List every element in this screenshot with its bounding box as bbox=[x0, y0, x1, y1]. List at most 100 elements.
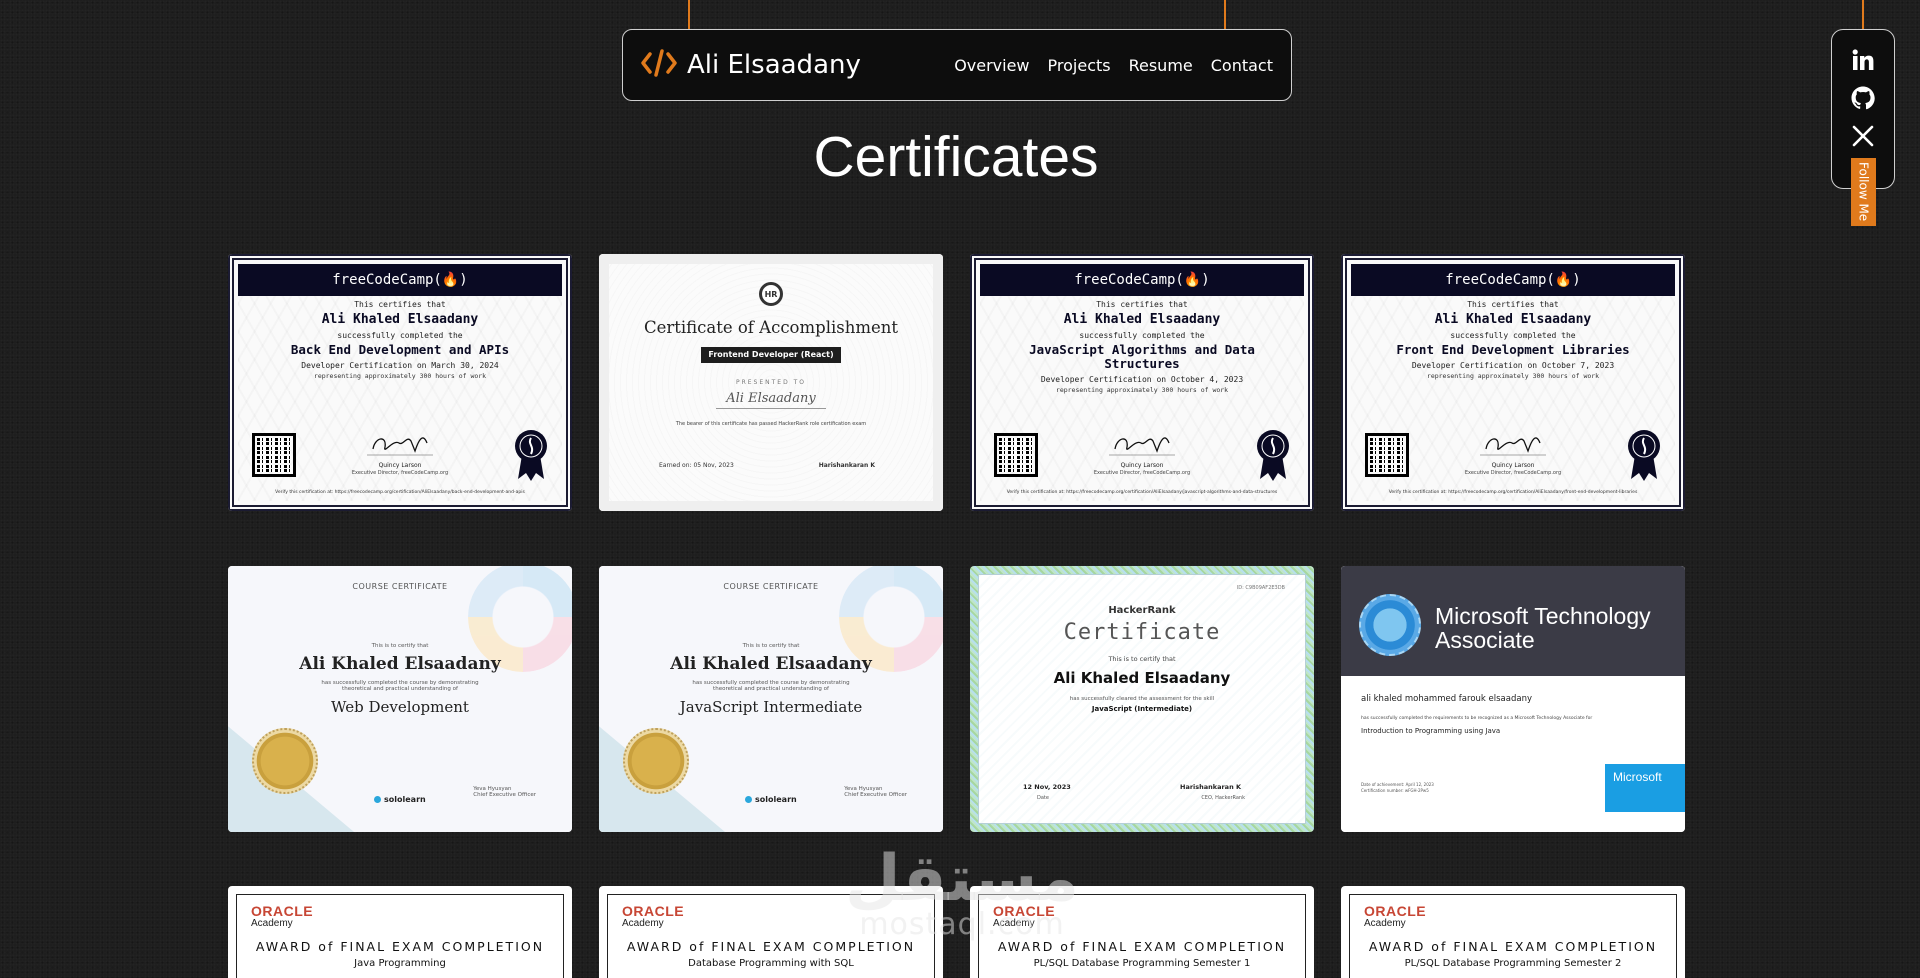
globe-badge-icon bbox=[1359, 594, 1421, 656]
cert-type: COURSE CERTIFICATE bbox=[723, 582, 819, 591]
nav-overview[interactable]: Overview bbox=[954, 56, 1029, 75]
cert-recipient: ali khaled mohammed farouk elsaadany bbox=[1361, 694, 1532, 704]
fcc-header: freeCodeCamp(🔥) bbox=[980, 264, 1304, 296]
signature bbox=[1480, 437, 1546, 456]
cert-recipient: Ali Khaled Elsaadany bbox=[1063, 312, 1221, 327]
nav-contact[interactable]: Contact bbox=[1211, 56, 1273, 75]
medal-icon bbox=[623, 728, 689, 794]
cert-date: 12 Nov, 2023 bbox=[1023, 783, 1071, 791]
fcc-header: freeCodeCamp(🔥) bbox=[238, 264, 562, 296]
linkedin-icon[interactable] bbox=[1851, 48, 1875, 72]
nav-resume[interactable]: Resume bbox=[1129, 56, 1193, 75]
oracle-academy: Academy bbox=[993, 918, 1035, 929]
signer-title: Chief Executive Officer bbox=[473, 792, 536, 798]
cert-intro: This is to certify that bbox=[742, 643, 800, 649]
cert-course: Back End Development and APIs bbox=[290, 342, 510, 357]
certificate-card[interactable]: ORACLE Academy AWARD of FINAL EXAM COMPL… bbox=[228, 886, 572, 978]
signer-name: Harishankaran K bbox=[1180, 783, 1241, 791]
navbar: Ali Elsaadany Overview Projects Resume C… bbox=[622, 29, 1292, 101]
cert-course: JavaScript Intermediate bbox=[679, 698, 863, 716]
fcc-header: freeCodeCamp(🔥) bbox=[1351, 264, 1675, 296]
cert-date: Developer Certification on October 4, 20… bbox=[1040, 375, 1244, 384]
cert-type: COURSE CERTIFICATE bbox=[352, 582, 448, 591]
cert-title: Certificate of Accomplishment bbox=[643, 318, 899, 337]
cert-recipient: Ali Khaled Elsaadany bbox=[1053, 669, 1231, 687]
oracle-logo: ORACLE bbox=[993, 903, 1056, 919]
cert-award: AWARD of FINAL EXAM COMPLETION bbox=[1368, 939, 1658, 954]
cert-recipient: Ali Elsaadany bbox=[716, 391, 826, 409]
brand-logo[interactable]: Ali Elsaadany bbox=[641, 48, 861, 82]
hackerrank-logo-icon: HR bbox=[759, 282, 783, 306]
certificate-card[interactable]: ORACLE Academy AWARD of FINAL EXAM COMPL… bbox=[1341, 886, 1685, 978]
cert-course: Front End Development Libraries bbox=[1396, 342, 1630, 357]
oracle-academy: Academy bbox=[251, 918, 293, 929]
code-icon bbox=[641, 48, 677, 82]
cert-date: Developer Certification on October 7, 20… bbox=[1411, 361, 1615, 370]
cert-title-line1: Microsoft Technology bbox=[1435, 603, 1651, 629]
oracle-academy: Academy bbox=[1364, 918, 1406, 929]
signer-block: Yeva Hyusyan Chief Executive Officer bbox=[844, 786, 907, 798]
oracle-logo: ORACLE bbox=[622, 903, 685, 919]
cert-title: Certificate bbox=[1063, 620, 1221, 645]
hackerrank-brand: HackerRank bbox=[1108, 605, 1176, 616]
nav-projects[interactable]: Projects bbox=[1048, 56, 1111, 75]
nav-links: Overview Projects Resume Contact bbox=[954, 56, 1273, 75]
decorative-thread bbox=[688, 0, 690, 29]
cert-hours: representing approximately 300 hours of … bbox=[1055, 386, 1229, 394]
certificate-card[interactable]: ORACLE Academy AWARD of FINAL EXAM COMPL… bbox=[970, 886, 1314, 978]
seal-icon bbox=[1628, 430, 1660, 481]
decorative-thread bbox=[1862, 0, 1864, 29]
certificate-card[interactable]: COURSE CERTIFICATE This is to certify th… bbox=[599, 566, 943, 832]
cert-description: The bearer of this certificate has passe… bbox=[675, 421, 867, 427]
cert-course: Java Programming bbox=[354, 958, 446, 969]
cert-date-label: Date bbox=[1037, 795, 1049, 801]
signer-title: Chief Executive Officer bbox=[844, 792, 907, 798]
cert-number: Certification number: wFGH-2Pw5 bbox=[1361, 788, 1429, 793]
cert-intro: This certifies that bbox=[354, 300, 446, 309]
cert-intro: This is to certify that bbox=[1108, 655, 1176, 663]
certificate-card[interactable]: freeCodeCamp(🔥) This certifies that Ali … bbox=[1341, 254, 1685, 511]
cert-skill: JavaScript (Intermediate) bbox=[1091, 705, 1193, 713]
cert-completed: successfully completed the bbox=[337, 331, 463, 340]
signer-title: CEO, HackerRank bbox=[1201, 795, 1245, 801]
certificate-card[interactable]: ID: C9B09AF2E3DB HackerRank Certificate … bbox=[970, 566, 1314, 832]
cert-intro: This certifies that bbox=[1096, 300, 1188, 309]
cert-award: AWARD of FINAL EXAM COMPLETION bbox=[626, 939, 916, 954]
cert-award: AWARD of FINAL EXAM COMPLETION bbox=[997, 939, 1287, 954]
cert-title-line2: Associate bbox=[1435, 627, 1535, 653]
certificate-card[interactable]: ORACLE Academy AWARD of FINAL EXAM COMPL… bbox=[599, 886, 943, 978]
cert-description: has successfully completed the course by… bbox=[321, 680, 479, 692]
signature bbox=[1109, 437, 1175, 456]
cert-hours: representing approximately 300 hours of … bbox=[313, 372, 487, 380]
cert-course: JavaScript Algorithms and Data Structure… bbox=[1029, 342, 1255, 371]
cert-completed: successfully completed the bbox=[1079, 331, 1205, 340]
certificate-card[interactable]: COURSE CERTIFICATE This is to certify th… bbox=[228, 566, 572, 832]
decorative-thread bbox=[1224, 0, 1226, 29]
cert-presented: PRESENTED TO bbox=[735, 379, 807, 386]
verify-link: Verify this certification at: https://fr… bbox=[1388, 490, 1638, 495]
cert-completed: successfully completed the bbox=[1450, 331, 1576, 340]
brand-name: Ali Elsaadany bbox=[687, 50, 861, 80]
verify-link: Verify this certification at: https://fr… bbox=[1006, 490, 1278, 495]
github-icon[interactable] bbox=[1851, 86, 1875, 110]
cert-recipient: Ali Khaled Elsaadany bbox=[299, 654, 501, 674]
cert-id: ID: C9B09AF2E3DB bbox=[1236, 585, 1285, 591]
cert-intro: This certifies that bbox=[1467, 300, 1559, 309]
cert-hours: representing approximately 300 hours of … bbox=[1426, 372, 1600, 380]
certificate-card[interactable]: HR Certificate of Accomplishment Fronten… bbox=[599, 254, 943, 511]
seal-icon bbox=[1257, 430, 1289, 481]
certificate-card[interactable]: Microsoft Technology Associate ali khaled… bbox=[1341, 566, 1685, 832]
cert-description: has successfully completed the course by… bbox=[692, 680, 850, 692]
signer-name: Harishankaran K bbox=[818, 462, 875, 469]
cert-meta: Date of achievement: April 12, 2023 Certi… bbox=[1361, 782, 1434, 794]
certificate-card[interactable]: freeCodeCamp(🔥) This certifies that Ali … bbox=[228, 254, 572, 511]
certificate-card[interactable]: freeCodeCamp(🔥) This certifies that Ali … bbox=[970, 254, 1314, 511]
cert-course: PL/SQL Database Programming Semester 2 bbox=[1404, 958, 1622, 969]
oracle-logo: ORACLE bbox=[1364, 903, 1427, 919]
medal-icon bbox=[252, 728, 318, 794]
cert-ribbon: Frontend Developer (React) bbox=[701, 347, 841, 363]
cert-title: Microsoft Technology Associate bbox=[1435, 604, 1651, 652]
cert-course: Database Programming with SQL bbox=[688, 958, 854, 969]
cert-course: PL/SQL Database Programming Semester 1 bbox=[1033, 958, 1251, 969]
signature bbox=[367, 437, 433, 456]
